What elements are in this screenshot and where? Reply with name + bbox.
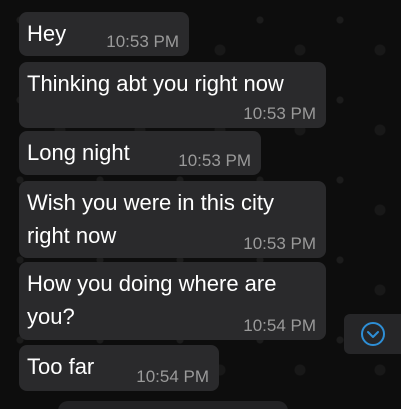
chat-area: Hey 10:53 PM Thinking abt you right now …	[0, 0, 401, 409]
message-bubble[interactable]: Wish you were in this city right now 10:…	[19, 181, 326, 258]
message-bubble[interactable]: Too far 10:54 PM	[19, 345, 219, 391]
message-input-edge[interactable]	[58, 401, 288, 409]
message-timestamp: 10:54 PM	[243, 316, 316, 335]
message-text: Thinking abt you right now	[27, 71, 284, 96]
message-timestamp: 10:53 PM	[243, 234, 316, 253]
message-timestamp: 10:54 PM	[136, 367, 209, 386]
message-bubble[interactable]: How you doing where are you? 10:54 PM	[19, 262, 326, 340]
message-timestamp: 10:53 PM	[106, 32, 179, 51]
message-timestamp: 10:53 PM	[243, 104, 316, 123]
message-bubble[interactable]: Thinking abt you right now 10:53 PM	[19, 62, 326, 128]
message-bubble[interactable]: Long night 10:53 PM	[19, 131, 261, 175]
message-bubble[interactable]: Hey 10:53 PM	[19, 12, 189, 56]
scroll-to-bottom-button[interactable]	[344, 314, 401, 354]
message-timestamp: 10:53 PM	[178, 151, 251, 170]
chevron-down-icon	[360, 322, 385, 346]
